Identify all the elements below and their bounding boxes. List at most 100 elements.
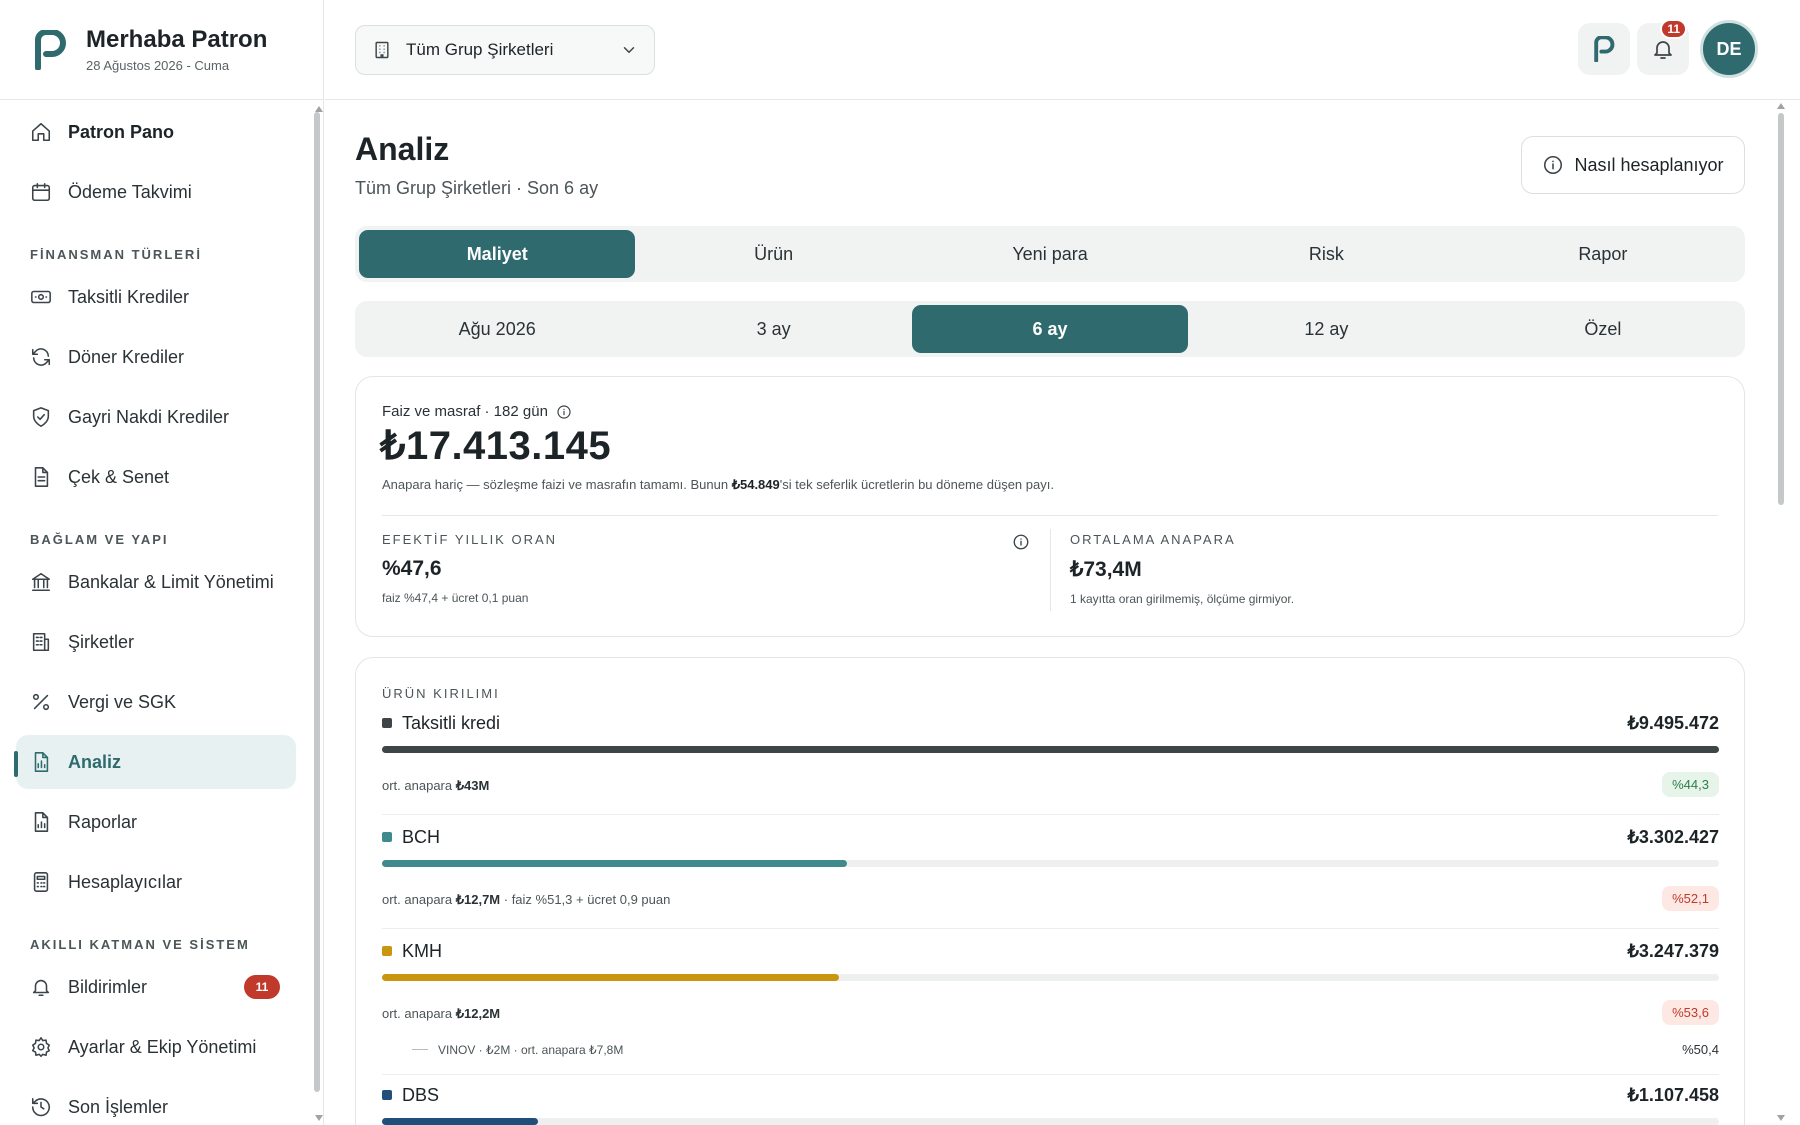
info-icon[interactable] xyxy=(556,404,572,420)
product-row-taksitli[interactable]: Taksitli kredi ₺9.495.472 ort. anapara ₺… xyxy=(382,712,1719,815)
sidebar-item-doner-krediler[interactable]: Döner Krediler xyxy=(16,330,296,384)
series-color-swatch xyxy=(382,718,392,728)
meta-extra: · faiz %51,3 + ücret 0,9 puan xyxy=(500,892,671,907)
tab-maliyet[interactable]: Maliyet xyxy=(359,230,636,278)
product-rate-badge: %52,1 xyxy=(1662,886,1719,911)
sidebar-item-label: Raporlar xyxy=(68,811,138,832)
main-scroll-thumb[interactable] xyxy=(1778,113,1784,505)
note-text: Anapara hariç — sözleşme faizi ve masraf… xyxy=(382,477,732,492)
product-rate-badge: %53,6 xyxy=(1662,1000,1719,1025)
meta-prefix: ort. anapara xyxy=(382,1006,453,1021)
series-color-swatch xyxy=(382,832,392,842)
sidebar-item-label: Vergi ve SGK xyxy=(68,691,177,712)
sidebar-item-label: Gayri Nakdi Krediler xyxy=(68,406,230,427)
sidebar-item-label: Son İşlemler xyxy=(68,1096,169,1117)
sidebar-item-ayarlar[interactable]: Ayarlar & Ekip Yönetimi xyxy=(16,1020,296,1074)
building-icon xyxy=(30,631,52,653)
product-meta: ort. anapara ₺12,7M · faiz %51,3 + ücret… xyxy=(382,892,670,908)
tab-risk[interactable]: Risk xyxy=(1188,230,1464,278)
tab-rapor[interactable]: Rapor xyxy=(1465,230,1741,278)
sidebar-item-label: Şirketler xyxy=(68,631,135,652)
sidebar-item-bildirimler[interactable]: Bildirimler 11 xyxy=(16,960,296,1014)
average-principal-kpi: ORTALAMA ANAPARA ₺73,4M 1 kayıtta oran g… xyxy=(1070,532,1294,606)
product-bar-track xyxy=(382,974,1719,981)
period-6-months[interactable]: 6 ay xyxy=(911,305,1189,353)
period-selector: Ağu 2026 3 ay 6 ay 12 ay Özel xyxy=(355,301,1745,357)
company-select-value: Tüm Grup Şirketleri xyxy=(406,40,554,59)
sidebar: Merhaba Patron 28 Ağustos 2026 - Cuma Pa… xyxy=(0,0,324,1125)
report-icon xyxy=(30,811,52,833)
effective-rate-label: EFEKTİF YILLIK ORAN xyxy=(382,532,558,547)
sidebar-item-label: Bankalar & Limit Yönetimi xyxy=(68,571,274,592)
period-current-month[interactable]: Ağu 2026 xyxy=(359,305,635,353)
sidebar-item-vergi-sgk[interactable]: Vergi ve SGK xyxy=(16,675,296,729)
sidebar-nav: Patron Pano Ödeme Takvimi FİNANSMAN TÜRL… xyxy=(0,100,314,1125)
how-calculated-button[interactable]: Nasıl hesaplanıyor xyxy=(1521,136,1745,194)
scroll-down-arrow[interactable] xyxy=(1777,1115,1785,1121)
sidebar-item-label: Bildirimler xyxy=(68,976,148,997)
avatar[interactable]: DE xyxy=(1700,20,1758,78)
sidebar-item-sirketler[interactable]: Şirketler xyxy=(16,615,296,669)
sidebar-item-label: Patron Pano xyxy=(68,121,175,142)
period-12-months[interactable]: 12 ay xyxy=(1188,305,1464,353)
chevron-down-icon xyxy=(623,47,635,54)
info-icon[interactable] xyxy=(1012,533,1030,551)
section-title: ÜRÜN KIRILIMI xyxy=(382,686,500,701)
notifications-button[interactable]: 11 xyxy=(1637,19,1689,75)
document-icon xyxy=(30,466,52,488)
banknote-icon xyxy=(30,286,52,308)
sidebar-item-bankalar[interactable]: Bankalar & Limit Yönetimi xyxy=(16,555,296,609)
notification-count-badge: 11 xyxy=(1660,19,1687,39)
tab-urun[interactable]: Ürün xyxy=(635,230,911,278)
total-cost-value: ₺17.413.145 xyxy=(380,424,612,468)
sidebar-item-patron-pano[interactable]: Patron Pano xyxy=(16,105,296,159)
sidebar-item-odeme-takvimi[interactable]: Ödeme Takvimi xyxy=(16,165,296,219)
divider xyxy=(382,515,1718,516)
sidebar-item-raporlar[interactable]: Raporlar xyxy=(16,795,296,849)
p-logo-icon[interactable] xyxy=(30,29,70,70)
sidebar-item-taksitli-krediler[interactable]: Taksitli Krediler xyxy=(16,270,296,324)
average-principal-label: ORTALAMA ANAPARA xyxy=(1070,532,1236,547)
main-scrollbar[interactable] xyxy=(1775,101,1787,1125)
product-name: BCH xyxy=(402,826,441,847)
series-color-swatch xyxy=(382,946,392,956)
product-meta: ort. anapara ₺12,2M xyxy=(382,1006,500,1022)
divider xyxy=(1050,529,1051,611)
average-principal-note: 1 kayıtta oran girilmemiş, ölçüme girmiy… xyxy=(1070,592,1295,606)
building-icon xyxy=(375,41,389,59)
sidebar-item-gayri-nakdi[interactable]: Gayri Nakdi Krediler xyxy=(16,390,296,444)
product-name: Taksitli kredi xyxy=(402,712,501,733)
sidebar-item-label: Döner Krediler xyxy=(68,346,185,367)
sidebar-item-analiz[interactable]: Analiz xyxy=(16,735,296,789)
scroll-up-arrow[interactable] xyxy=(1777,103,1785,109)
sub-product-row[interactable]: VINOV · ₺2M · ort. anapara ₺7,8M %50,4 xyxy=(412,1042,1719,1057)
product-row-dbs[interactable]: DBS ₺1.107.458 xyxy=(382,1084,1719,1125)
sidebar-scroll-thumb[interactable] xyxy=(314,112,320,1092)
one-time-fee-amount: ₺54.849 xyxy=(731,477,780,492)
total-cost-note: Anapara hariç — sözleşme faizi ve masraf… xyxy=(382,477,1054,493)
product-row-bch[interactable]: BCH ₺3.302.427 ort. anapara ₺12,7M · fai… xyxy=(382,826,1719,929)
divider xyxy=(382,1074,1719,1075)
sidebar-item-cek-senet[interactable]: Çek & Senet xyxy=(16,450,296,504)
company-select[interactable]: Tüm Grup Şirketleri xyxy=(355,25,655,75)
brand-shortcut-button[interactable] xyxy=(1578,23,1630,75)
product-bar-fill xyxy=(382,746,1719,753)
sidebar-item-label: Taksitli Krediler xyxy=(68,286,190,307)
nav-section-title: BAĞLAM VE YAPI xyxy=(30,532,169,547)
sidebar-item-son-islemler[interactable]: Son İşlemler xyxy=(16,1080,296,1125)
sidebar-scrollbar[interactable] xyxy=(313,104,323,1125)
period-custom[interactable]: Özel xyxy=(1465,305,1741,353)
avg-principal: ₺12,2M xyxy=(455,1006,501,1021)
notification-badge: 11 xyxy=(244,975,280,999)
meta-prefix: ort. anapara xyxy=(382,778,453,793)
period-3-months[interactable]: 3 ay xyxy=(635,305,911,353)
kpi-header: Faiz ve masraf · 182 gün xyxy=(382,403,572,420)
product-breakdown-card: ÜRÜN KIRILIMI Taksitli kredi ₺9.495.472 … xyxy=(355,657,1745,1125)
product-amount: ₺3.302.427 xyxy=(1627,826,1719,847)
tab-yeni-para[interactable]: Yeni para xyxy=(912,230,1188,278)
product-name: KMH xyxy=(402,940,442,961)
product-row-kmh[interactable]: KMH ₺3.247.379 ort. anapara ₺12,2M %53,6… xyxy=(382,940,1719,1075)
refresh-icon xyxy=(30,346,52,368)
scroll-down-arrow[interactable] xyxy=(315,1115,323,1121)
sidebar-item-hesaplayicilar[interactable]: Hesaplayıcılar xyxy=(16,855,296,909)
